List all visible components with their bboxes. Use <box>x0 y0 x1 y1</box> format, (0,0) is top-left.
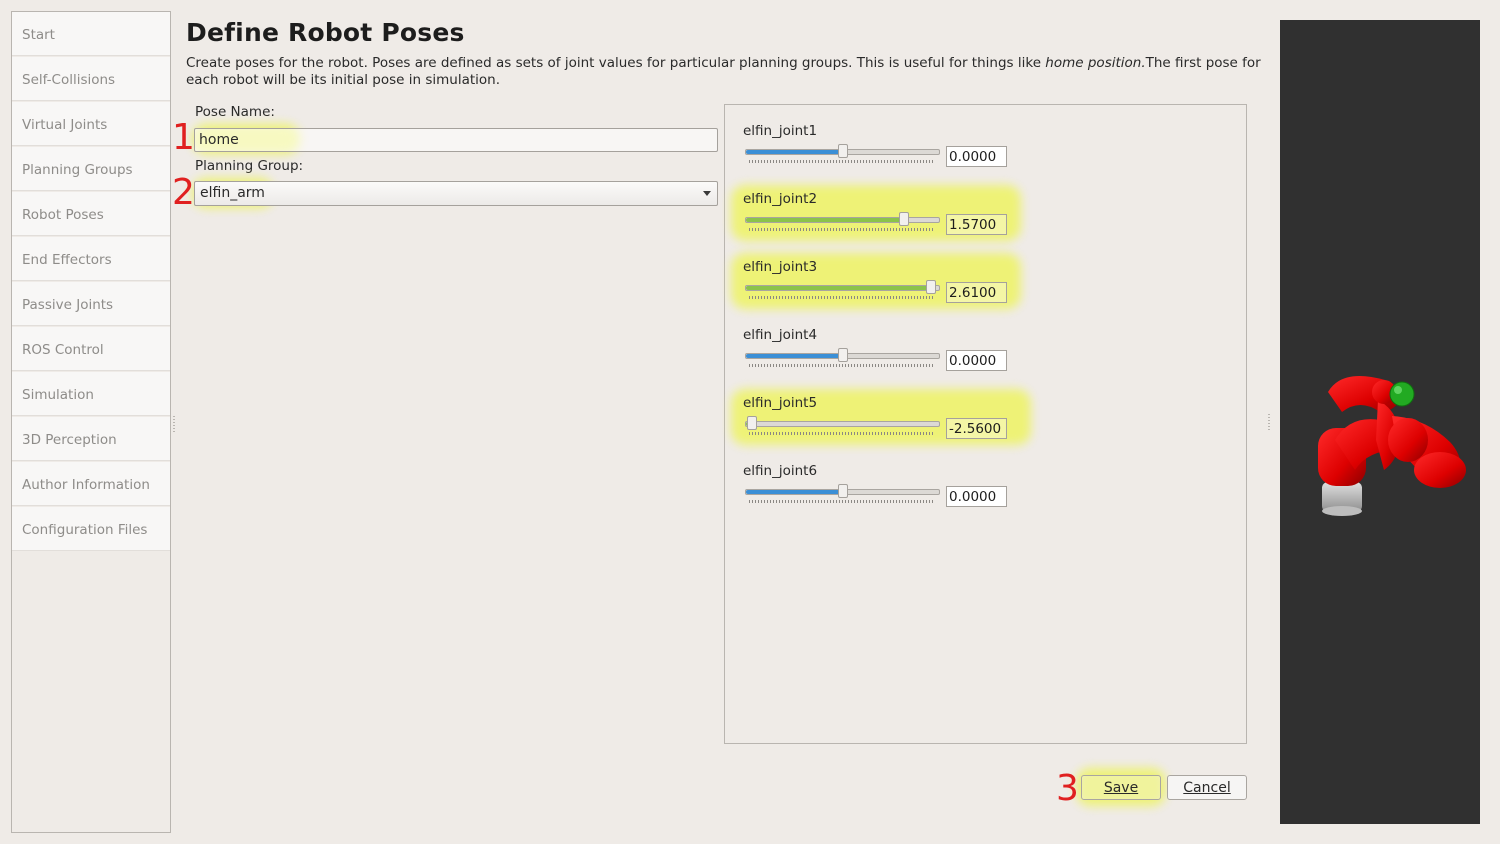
joint-slider-ticks <box>749 500 933 503</box>
pose-name-label: Pose Name: <box>195 104 275 120</box>
joint-slider[interactable] <box>745 348 940 362</box>
page-description: Create poses for the robot. Poses are de… <box>186 55 1266 89</box>
description-text-1: Create poses for the robot. Poses are de… <box>186 55 1046 71</box>
sidebar-item-robot-poses[interactable]: Robot Poses <box>12 192 170 236</box>
sidebar-item-label: Author Information <box>22 477 150 493</box>
joint-value-input[interactable]: 1.5700 <box>946 214 1007 235</box>
step-2-marker: 2 <box>172 172 195 213</box>
sidebar-item-label: Planning Groups <box>22 162 133 178</box>
joint-slider-handle[interactable] <box>838 144 848 158</box>
joint-slider[interactable] <box>745 280 940 294</box>
joint-slider-handle[interactable] <box>926 280 936 294</box>
joint-slider-fill <box>746 354 843 358</box>
sidebar-item-virtual-joints[interactable]: Virtual Joints <box>12 102 170 146</box>
sidebar-item-label: Configuration Files <box>22 522 148 538</box>
joint-slider-ticks <box>749 160 933 163</box>
joint-row: elfin_joint2 1.5700 <box>725 185 1246 259</box>
joint-slider-fill <box>746 218 904 222</box>
joint-name-label: elfin_joint2 <box>743 191 818 207</box>
save-button[interactable]: Save <box>1081 775 1161 800</box>
joint-name-label: elfin_joint5 <box>743 395 818 411</box>
step-3-marker: 3 <box>1056 768 1079 809</box>
sidebar-item-label: Self-Collisions <box>22 72 116 88</box>
joint-value-input[interactable]: 0.0000 <box>946 486 1007 507</box>
save-button-label: Save <box>1103 780 1139 796</box>
sidebar-item-simulation[interactable]: Simulation <box>12 372 170 416</box>
end-effector-marker[interactable] <box>1389 381 1415 407</box>
joint-slider[interactable] <box>745 484 940 498</box>
sidebar-item-label: End Effectors <box>22 252 112 268</box>
joint-name-label: elfin_joint3 <box>743 259 818 275</box>
joint-slider-ticks <box>749 432 933 435</box>
planning-group-value: elfin_arm <box>200 185 265 201</box>
joint-slider-fill <box>746 286 931 290</box>
sidebar-item-label: ROS Control <box>22 342 104 358</box>
chevron-down-icon <box>703 191 711 196</box>
robot-arm-model <box>1318 376 1466 516</box>
splitter-handle-right[interactable] <box>1268 414 1270 430</box>
joint-slider-ticks <box>749 364 933 367</box>
sidebar-item-label: Start <box>22 27 55 43</box>
joint-value: 0.0000 <box>949 149 997 165</box>
planning-group-label: Planning Group: <box>195 158 304 174</box>
joint-row: elfin_joint3 2.6100 <box>725 253 1246 327</box>
joint-values-panel: elfin_joint1 0.0000 elfin_joint2 1.5700 elfi… <box>724 104 1247 744</box>
sidebar-item-label: Passive Joints <box>22 297 114 313</box>
pose-name-input[interactable]: home <box>194 128 718 152</box>
sidebar-item-3d-perception[interactable]: 3D Perception <box>12 417 170 461</box>
joint-slider-fill <box>746 490 843 494</box>
page-title: Define Robot Poses <box>186 18 465 47</box>
joint-name-label: elfin_joint1 <box>743 123 818 139</box>
sidebar-item-label: 3D Perception <box>22 432 117 448</box>
sidebar-item-planning-groups[interactable]: Planning Groups <box>12 147 170 191</box>
joint-row: elfin_joint5 -2.5600 <box>725 389 1246 463</box>
joint-slider[interactable] <box>745 212 940 226</box>
joint-name-label: elfin_joint4 <box>743 327 818 343</box>
sidebar-nav: Start Self-Collisions Virtual Joints Planni… <box>11 11 171 833</box>
splitter-handle-left[interactable] <box>173 416 175 432</box>
sidebar-item-label: Simulation <box>22 387 94 403</box>
sidebar-item-ros-control[interactable]: ROS Control <box>12 327 170 371</box>
joint-value-input[interactable]: 0.0000 <box>946 350 1007 371</box>
joint-slider[interactable] <box>745 144 940 158</box>
sidebar-item-passive-joints[interactable]: Passive Joints <box>12 282 170 326</box>
sidebar-item-configuration-files[interactable]: Configuration Files <box>12 507 170 551</box>
joint-value: 0.0000 <box>949 489 997 505</box>
joint-value-input[interactable]: -2.5600 <box>946 418 1007 439</box>
step-1-marker: 1 <box>172 117 195 158</box>
joint-value-input[interactable]: 2.6100 <box>946 282 1007 303</box>
cancel-button-label: Cancel <box>1183 780 1231 796</box>
pose-name-value: home <box>199 132 239 148</box>
sidebar-item-label: Virtual Joints <box>22 117 108 133</box>
sidebar-item-end-effectors[interactable]: End Effectors <box>12 237 170 281</box>
joint-slider-handle[interactable] <box>899 212 909 226</box>
joint-slider-fill <box>746 150 843 154</box>
joint-slider-handle[interactable] <box>747 416 757 430</box>
cancel-button[interactable]: Cancel <box>1167 775 1247 800</box>
joint-name-label: elfin_joint6 <box>743 463 818 479</box>
joint-row: elfin_joint6 0.0000 <box>725 463 1246 531</box>
planning-group-select[interactable]: elfin_arm <box>194 181 718 206</box>
sidebar-item-self-collisions[interactable]: Self-Collisions <box>12 57 170 101</box>
joint-value-input[interactable]: 0.0000 <box>946 146 1007 167</box>
joint-slider[interactable] <box>745 416 940 430</box>
joint-value: 2.6100 <box>949 285 997 301</box>
joint-value: 0.0000 <box>949 353 997 369</box>
description-italic: home position. <box>1045 55 1146 71</box>
joint-row: elfin_joint1 0.0000 <box>725 123 1246 191</box>
joint-value: -2.5600 <box>949 421 1002 437</box>
joint-slider-ticks <box>749 228 933 231</box>
joint-row: elfin_joint4 0.0000 <box>725 327 1246 395</box>
joint-value: 1.5700 <box>949 217 997 233</box>
sidebar-item-label: Robot Poses <box>22 207 104 223</box>
joint-slider-handle[interactable] <box>838 348 848 362</box>
robot-3d-viewer[interactable] <box>1280 20 1480 824</box>
joint-slider-ticks <box>749 296 933 299</box>
joint-slider-handle[interactable] <box>838 484 848 498</box>
sidebar-item-author-information[interactable]: Author Information <box>12 462 170 506</box>
sidebar-item-start[interactable]: Start <box>12 12 170 56</box>
